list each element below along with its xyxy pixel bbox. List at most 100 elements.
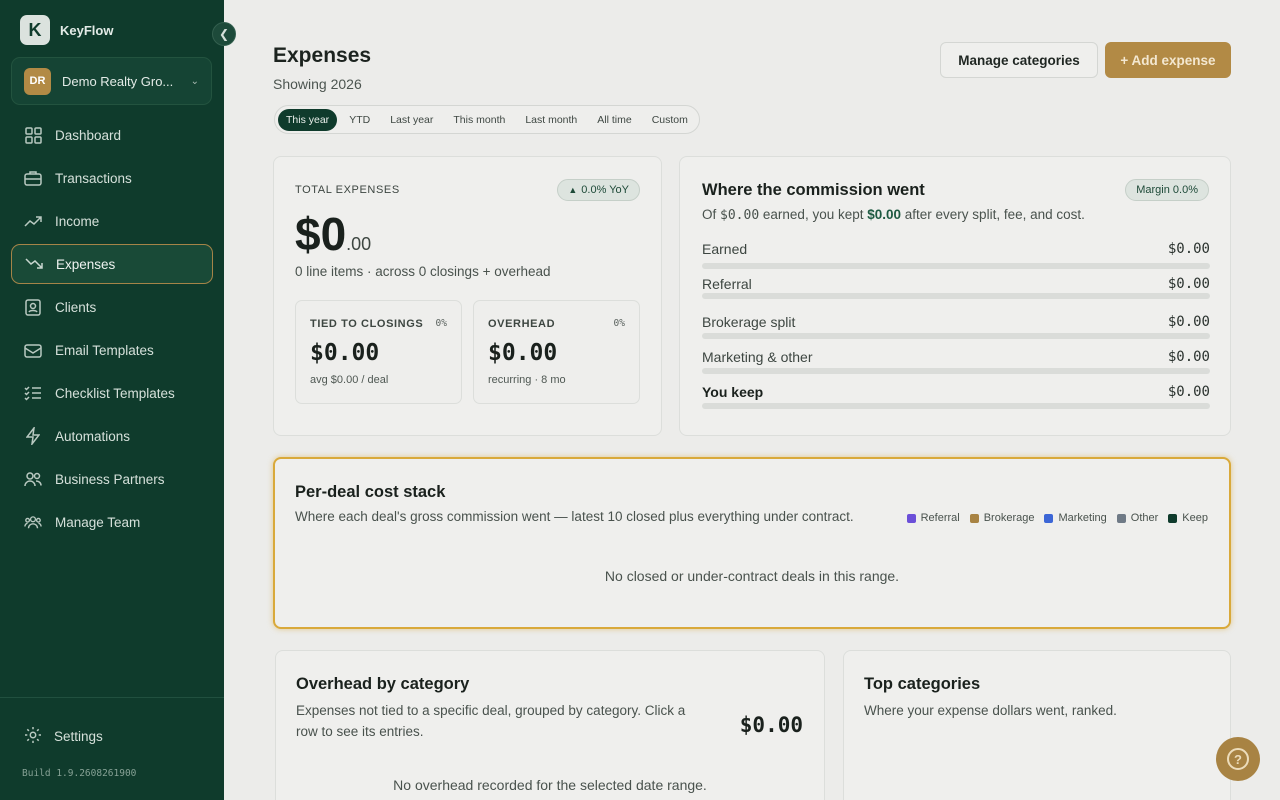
total-amount-cents: .00 (346, 234, 372, 254)
row-amount: $0.00 (1167, 241, 1210, 257)
legend-label: Keep (1182, 512, 1208, 524)
grid-icon (24, 126, 42, 144)
row-bar (702, 403, 1210, 409)
tied-note: avg $0.00 / deal (310, 374, 389, 386)
sidebar-item-label: Automations (55, 428, 131, 444)
commission-row-marketing: Marketing & other $0.00 (702, 349, 1210, 384)
legend-swatch (1044, 513, 1054, 523)
main-content: Expenses Showing 2026 Manage categories … (224, 0, 1280, 800)
sidebar-item-automations[interactable]: Automations (11, 416, 213, 456)
tied-value: $0.00 (310, 340, 380, 366)
sidebar-item-label: Email Templates (55, 342, 154, 358)
legend-item-marketing: Marketing (1044, 512, 1107, 524)
top-categories-subtitle: Where your expense dollars went, ranked. (864, 703, 1117, 718)
sidebar-item-label: Income (55, 213, 100, 229)
commission-row-referral: Referral $0.00 (702, 276, 1210, 314)
legend-label: Referral (920, 512, 960, 524)
row-amount: $0.00 (1167, 314, 1210, 330)
sidebar-item-manage-team[interactable]: Manage Team (11, 502, 213, 542)
collapse-sidebar-button[interactable]: ❮ (212, 22, 236, 46)
checklist-icon (24, 384, 42, 402)
sidebar-item-label: Transactions (55, 170, 132, 186)
range-all-time[interactable]: All time (589, 109, 639, 131)
overhead-empty-message: No overhead recorded for the selected da… (393, 777, 707, 793)
commission-row-you-keep: You keep $0.00 (702, 384, 1210, 419)
trend-up-icon (24, 212, 42, 230)
gear-icon (24, 726, 42, 747)
org-switcher[interactable]: DR Demo Realty Gro... ⌄ (11, 57, 212, 105)
legend-item-other: Other (1116, 512, 1159, 524)
build-version: Build 1.9.2608261900 (22, 768, 137, 779)
brand[interactable]: K KeyFlow (20, 15, 113, 45)
sub-earned: $0.00 (720, 208, 760, 223)
range-this-year[interactable]: This year (278, 108, 338, 131)
sidebar-item-label: Business Partners (55, 471, 165, 487)
legend-item-brokerage: Brokerage (969, 512, 1034, 524)
legend-label: Other (1130, 512, 1159, 524)
commission-card: Where the commission went Margin 0.0% Of… (679, 156, 1231, 436)
range-this-month[interactable]: This month (445, 109, 513, 131)
users-icon (24, 470, 42, 488)
sidebar-item-income[interactable]: Income (11, 201, 213, 241)
sidebar-item-settings[interactable]: Settings (24, 726, 103, 747)
brand-name: KeyFlow (60, 22, 114, 38)
commission-row-brokerage: Brokerage split $0.00 (702, 314, 1210, 349)
top-categories-card: Top categories Where your expense dollar… (843, 650, 1231, 800)
stack-subtitle: Where each deal's gross commission went … (295, 509, 854, 524)
tied-to-closings-card: TIED TO CLOSINGS 0% $0.00 avg $0.00 / de… (295, 300, 462, 404)
sidebar-item-checklist-templates[interactable]: Checklist Templates (11, 373, 213, 413)
sidebar-item-business-partners[interactable]: Business Partners (11, 459, 213, 499)
total-expenses-card: TOTAL EXPENSES ▲ 0.0% YoY $0.00 0 line i… (273, 156, 662, 436)
overhead-card: OVERHEAD 0% $0.00 recurring · 8 mo (473, 300, 640, 404)
overhead-pct: 0% (613, 318, 625, 329)
commission-title: Where the commission went (702, 181, 925, 199)
triangle-up-icon: ▲ (568, 185, 578, 195)
sidebar-item-transactions[interactable]: Transactions (11, 158, 213, 198)
top-categories-title: Top categories (864, 675, 981, 693)
row-amount: $0.00 (1167, 384, 1210, 400)
range-last-year[interactable]: Last year (382, 109, 441, 131)
help-button[interactable]: ? (1216, 737, 1260, 781)
sub-kept: $0.00 (867, 207, 902, 222)
per-deal-cost-stack-card: Per-deal cost stack Where each deal's gr… (273, 457, 1231, 629)
trend-down-icon (25, 255, 43, 273)
overhead-note: recurring · 8 mo (488, 374, 566, 386)
overhead-title: Overhead by category (296, 675, 470, 693)
bolt-icon (24, 427, 42, 445)
legend-item-referral: Referral (906, 512, 960, 524)
org-avatar: DR (24, 67, 51, 95)
sidebar-item-clients[interactable]: Clients (11, 287, 213, 327)
sidebar: K KeyFlow ❮ DR Demo Realty Gro... ⌄ Dash… (0, 0, 236, 800)
sidebar-item-dashboard[interactable]: Dashboard (11, 115, 213, 155)
row-name: Marketing & other (702, 349, 813, 365)
row-bar (702, 333, 1210, 339)
commission-rows: Earned $0.00 Referral $0.00 Brokerage sp… (702, 241, 1210, 419)
range-custom[interactable]: Custom (644, 109, 696, 131)
chevron-left-icon: ❮ (218, 27, 230, 41)
overhead-subtitle-line: Expenses not tied to a specific deal, gr… (296, 703, 686, 718)
tied-label: TIED TO CLOSINGS (310, 318, 424, 330)
sub-text: Of (702, 207, 721, 222)
margin-badge: Margin 0.0% (1125, 179, 1209, 201)
row-bar (702, 293, 1210, 299)
range-ytd[interactable]: YTD (341, 109, 378, 131)
row-bar (702, 263, 1210, 269)
range-last-month[interactable]: Last month (517, 109, 585, 131)
row-name: Earned (702, 241, 748, 257)
sidebar-item-label: Dashboard (55, 127, 122, 143)
page-title: Expenses (273, 44, 372, 67)
commission-subtitle: Of $0.00 earned, you kept $0.00 after ev… (702, 207, 1085, 223)
sidebar-item-expenses[interactable]: Expenses (11, 244, 213, 284)
sidebar-item-email-templates[interactable]: Email Templates (11, 330, 213, 370)
manage-categories-button[interactable]: Manage categories (940, 42, 1098, 78)
stack-title: Per-deal cost stack (295, 483, 446, 501)
stack-legend: Referral Brokerage Marketing Other Keep (906, 512, 1208, 524)
total-amount-main: $0 (295, 208, 347, 260)
legend-item-keep: Keep (1168, 512, 1208, 524)
sub-text: after every split, fee, and cost. (901, 207, 1085, 222)
legend-swatch (1168, 513, 1178, 523)
row-name: Brokerage split (702, 314, 796, 330)
tied-pct: 0% (435, 318, 447, 329)
row-name: You keep (702, 384, 764, 400)
add-expense-button[interactable]: + Add expense (1105, 42, 1231, 78)
